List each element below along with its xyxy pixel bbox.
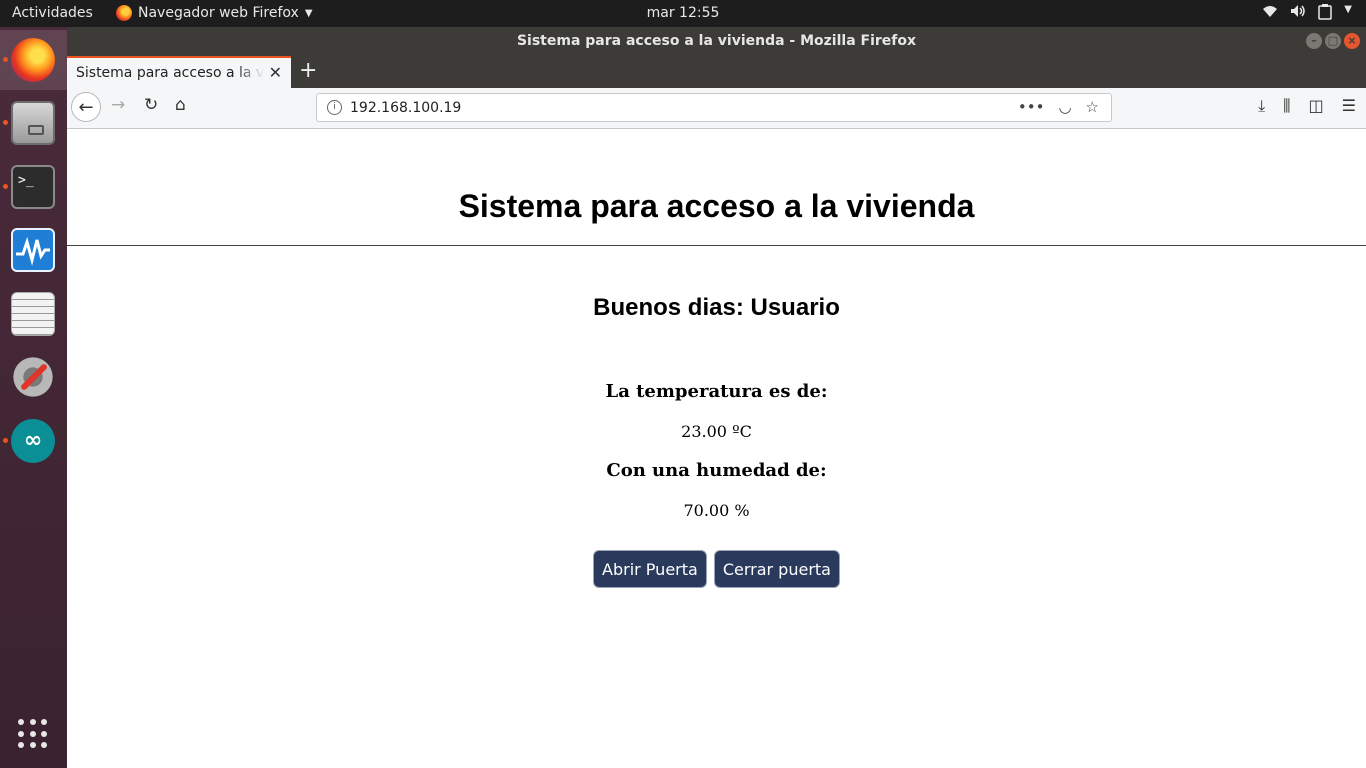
gnome-top-bar: Actividades Navegador web Firefox ▼ mar … [0, 0, 1366, 27]
temperature-value: 23.00 ºC [681, 422, 752, 441]
navigation-toolbar: ← → ↻ ⌂ i 192.168.100.19 ••• ◡ ☆ ⤓ ⫼ ◫ ☰ [67, 88, 1366, 129]
dock-item-text-editor[interactable] [0, 284, 67, 344]
hamburger-menu-icon[interactable]: ☰ [1342, 96, 1356, 116]
show-apps-icon[interactable] [18, 719, 48, 749]
humidity-label: Con una humedad de: [606, 460, 827, 481]
pocket-icon[interactable]: ◡ [1058, 98, 1071, 116]
greeting-prefix: Buenos dias: [593, 294, 744, 321]
dock-item-files[interactable] [0, 93, 67, 153]
files-icon [11, 101, 55, 145]
close-tab-icon[interactable]: ✕ [269, 63, 282, 82]
system-tray[interactable]: ▼ [1262, 4, 1352, 24]
close-window-icon[interactable]: × [1344, 33, 1360, 49]
dock: >_ ∞ [0, 27, 67, 768]
window-controls: – □ × [1306, 33, 1360, 49]
terminal-icon: >_ [11, 165, 55, 209]
volume-icon [1290, 4, 1306, 24]
window-titlebar: Sistema para acceso a la vivienda - Mozi… [67, 27, 1366, 55]
tab-active[interactable]: Sistema para acceso a la vivienda ✕ [67, 56, 291, 88]
page-actions-icon[interactable]: ••• [1018, 98, 1045, 116]
tab-label: Sistema para acceso a la vivienda [76, 65, 264, 81]
firefox-icon [11, 38, 55, 82]
dock-item-firefox[interactable] [0, 30, 67, 90]
divider [67, 245, 1366, 246]
arduino-icon: ∞ [11, 419, 55, 463]
url-bar[interactable]: i 192.168.100.19 ••• ◡ ☆ [316, 93, 1112, 122]
page-title: Sistema para acceso a la vivienda [458, 188, 975, 224]
activities-button[interactable]: Actividades [12, 5, 93, 21]
home-icon[interactable]: ⌂ [175, 95, 186, 115]
reload-icon[interactable]: ↻ [144, 95, 158, 115]
url-text[interactable]: 192.168.100.19 [350, 100, 461, 116]
chevron-down-icon: ▼ [304, 7, 313, 19]
greeting: Buenos dias: Usuario [67, 294, 1366, 322]
toolbar-right: ⤓ ⫼ ◫ ☰ [1258, 96, 1356, 116]
back-icon[interactable]: ← [71, 92, 101, 122]
settings-icon [11, 355, 55, 399]
bookmark-star-icon[interactable]: ☆ [1086, 98, 1099, 116]
page-content: Sistema para acceso a la vivienda Buenos… [67, 129, 1366, 768]
dock-item-terminal[interactable]: >_ [0, 157, 67, 217]
running-indicator [3, 57, 8, 62]
battery-clipboard-icon [1318, 4, 1333, 24]
text-editor-icon [11, 292, 55, 336]
window-title: Sistema para acceso a la vivienda - Mozi… [516, 33, 917, 49]
dock-item-system-monitor[interactable] [0, 220, 67, 280]
running-indicator [3, 184, 8, 189]
system-monitor-icon [11, 228, 55, 272]
close-door-button[interactable]: Cerrar puerta [713, 550, 840, 588]
downloads-icon[interactable]: ⤓ [1258, 96, 1265, 116]
open-door-button[interactable]: Abrir Puerta [593, 550, 707, 588]
app-menu[interactable]: Navegador web Firefox ▼ [116, 5, 313, 21]
site-info-icon[interactable]: i [327, 100, 342, 115]
dock-item-settings[interactable] [0, 347, 67, 407]
greeting-user: Usuario [750, 294, 840, 321]
new-tab-icon[interactable]: + [299, 58, 317, 83]
running-indicator [3, 438, 8, 443]
maximize-icon[interactable]: □ [1325, 33, 1341, 49]
humidity-value: 70.00 % [683, 501, 750, 520]
running-indicator [3, 120, 8, 125]
dock-item-arduino[interactable]: ∞ [0, 411, 67, 471]
sidebar-icon[interactable]: ◫ [1309, 96, 1324, 116]
minimize-icon[interactable]: – [1306, 33, 1322, 49]
wifi-icon [1262, 4, 1278, 24]
firefox-small-icon [116, 5, 132, 21]
door-buttons: Abrir Puerta Cerrar puerta [67, 550, 1366, 588]
url-actions: ••• ◡ ☆ [1018, 98, 1099, 116]
tab-bar: Sistema para acceso a la vivienda ✕ + [67, 55, 1366, 88]
system-menu-chevron-icon: ▼ [1344, 4, 1352, 15]
library-icon[interactable]: ⫼ [1283, 96, 1290, 116]
app-menu-label: Navegador web Firefox [138, 5, 299, 21]
temperature-label: La temperatura es de: [605, 381, 828, 402]
forward-icon[interactable]: → [111, 95, 125, 115]
